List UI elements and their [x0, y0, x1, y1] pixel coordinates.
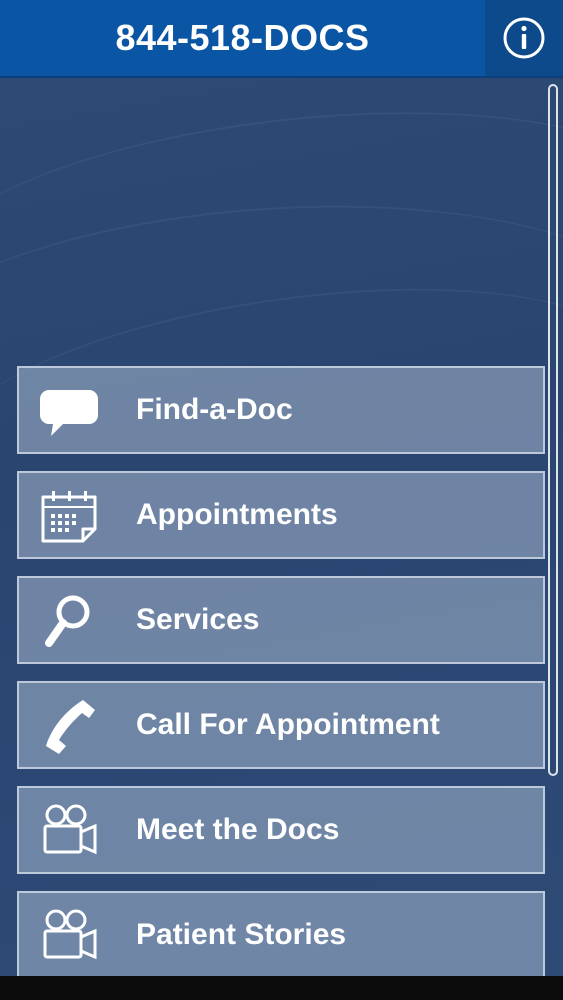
phone-number-title[interactable]: 844-518-DOCS — [0, 0, 485, 76]
scrollbar[interactable] — [548, 84, 558, 776]
patient-stories-button[interactable]: Patient Stories — [17, 891, 545, 979]
meet-the-docs-label: Meet the Docs — [136, 813, 340, 846]
video-camera-icon — [43, 804, 97, 855]
header-bar: 844-518-DOCS — [0, 0, 563, 78]
call-for-appointment-label: Call For Appointment — [136, 708, 440, 741]
find-a-doc-button[interactable]: Find-a-Doc — [17, 366, 545, 454]
bottom-bar — [0, 976, 563, 1000]
find-a-doc-label: Find-a-Doc — [136, 393, 293, 426]
info-button[interactable] — [485, 0, 563, 76]
speech-bubble-icon — [40, 390, 98, 436]
patient-stories-label: Patient Stories — [136, 918, 347, 951]
info-circle-icon — [503, 17, 545, 59]
calendar-icon — [41, 491, 97, 543]
appointments-label: Appointments — [136, 498, 338, 531]
services-label: Services — [136, 603, 260, 636]
video-camera-icon — [43, 909, 97, 960]
appointments-button[interactable]: Appointments — [17, 471, 545, 559]
meet-the-docs-button[interactable]: Meet the Docs — [17, 786, 545, 874]
call-for-appointment-button[interactable]: Call For Appointment — [17, 681, 545, 769]
app-screen: 844-518-DOCS Find-a-Doc Appointments Ser… — [0, 0, 563, 1000]
magnifier-icon — [45, 595, 90, 647]
phone-handset-icon — [46, 700, 95, 754]
services-button[interactable]: Services — [17, 576, 545, 664]
